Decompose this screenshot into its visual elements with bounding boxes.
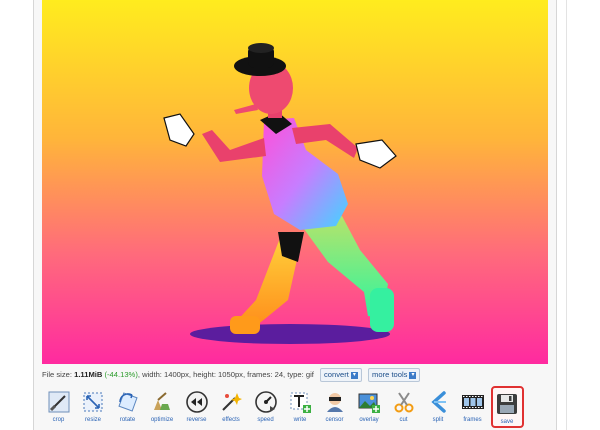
tool-resize[interactable]: resize [77,386,110,428]
tool-label: overlay [359,417,379,423]
split-icon [425,389,451,415]
file-size-label: File size: [42,370,72,379]
file-details: , width: 1400px, height: 1050px, frames:… [137,370,314,379]
tool-label: frames [463,417,482,423]
cut-icon [391,389,417,415]
tool-split[interactable]: split [422,386,455,428]
tool-label: resize [84,417,101,423]
tool-label: split [432,417,444,423]
tool-save[interactable]: save [490,386,524,428]
tool-label: rotate [119,417,136,423]
chevron-down-icon: ▾ [350,371,358,379]
reverse-icon [184,389,210,415]
tool-label: reverse [186,417,207,423]
tool-reverse[interactable]: reverse [180,386,213,428]
tool-label: crop [52,417,65,423]
tool-speed[interactable]: speed [249,386,282,428]
tool-label: save [500,419,514,425]
tool-frames[interactable]: frames [456,386,489,428]
frames-icon [460,389,486,415]
tool-label: speed [257,417,274,423]
tool-overlay[interactable]: overlay [353,386,386,428]
save-icon [494,391,520,417]
right-divider [566,0,567,430]
tool-label: optimize [150,417,174,423]
tool-write[interactable]: write [284,386,317,428]
tool-censor[interactable]: censor [318,386,351,428]
tool-optimize[interactable]: optimize [146,386,179,428]
crop-icon [46,389,72,415]
dancer-illustration [163,43,397,344]
overlay-icon [356,389,382,415]
tool-label: censor [325,417,344,423]
tool-cut[interactable]: cut [387,386,420,428]
more-tools-label: more tools [372,370,408,379]
write-icon [287,389,313,415]
effects-icon [218,389,244,415]
tool-crop[interactable]: crop [42,386,75,428]
convert-button[interactable]: convert ▾ [320,368,362,382]
tool-label: effects [222,417,240,423]
chevron-down-icon: ▾ [409,371,417,379]
tool-rotate[interactable]: rotate [111,386,144,428]
speed-icon [253,389,279,415]
convert-label: convert [324,370,349,379]
file-info-bar: File size: 1.11MiB (-44.13%), width: 140… [42,367,421,383]
censor-icon [322,389,348,415]
rotate-icon [115,389,141,415]
tool-effects[interactable]: effects [215,386,248,428]
tool-label: write [293,417,307,423]
gif-preview [42,0,548,364]
file-size-change: (-44.13%) [104,370,138,379]
tools-toolbar: crop resize rotate optimize reverse effe… [42,386,548,428]
tool-label: cut [399,417,408,423]
resize-icon [80,389,106,415]
more-tools-button[interactable]: more tools ▾ [368,368,421,382]
optimize-icon [149,389,175,415]
file-size-value: 1.11MiB [74,370,103,379]
